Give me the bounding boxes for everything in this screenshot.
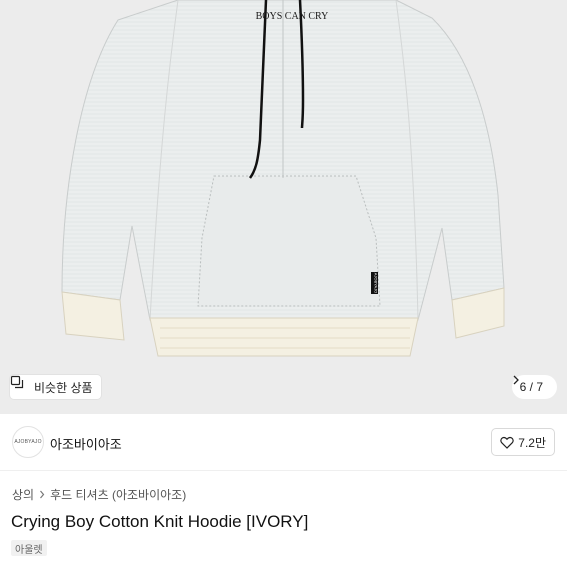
shop-row[interactable]: AJOBYAJO 아조바이아조 7.2만 xyxy=(0,414,567,471)
hoodie-product-image: AJOBYAJO BOYS CAN CRY xyxy=(61,0,505,357)
similar-items-icon xyxy=(10,375,30,394)
shop-logo-text: AJOBYAJO xyxy=(14,439,42,445)
hoodie-tag-text: AJOBYAJO xyxy=(374,273,379,294)
shop-name[interactable]: 아조바이아조 xyxy=(50,434,122,453)
product-image-carousel[interactable]: AJOBYAJO BOYS CAN CRY 비슷한 상품 6 / 7 xyxy=(0,0,567,414)
similar-items-button[interactable]: 비슷한 상품 xyxy=(10,375,101,399)
product-title: Crying Boy Cotton Knit Hoodie [IVORY] xyxy=(11,512,309,531)
outlet-badge: 아울렛 xyxy=(11,540,47,556)
image-counter-text: 6 / 7 xyxy=(520,380,543,394)
similar-items-label: 비슷한 상품 xyxy=(34,380,93,395)
chevron-right-icon xyxy=(39,488,45,502)
image-counter-total: 7 xyxy=(536,380,543,394)
image-counter-separator: / xyxy=(529,380,533,394)
breadcrumb-subcategory[interactable]: 후드 티셔츠 (아조바이아조) xyxy=(50,486,186,503)
heart-icon xyxy=(500,436,514,449)
image-counter-current: 6 xyxy=(519,380,527,394)
image-counter-button[interactable]: 6 / 7 xyxy=(511,375,557,399)
shop-logo[interactable]: AJOBYAJO xyxy=(12,426,44,458)
hoodie-print-text: BOYS CAN CRY xyxy=(256,11,329,22)
breadcrumb: 상의 후드 티셔츠 (아조바이아조) xyxy=(12,486,186,503)
breadcrumb-category[interactable]: 상의 xyxy=(12,486,34,503)
like-button[interactable]: 7.2만 xyxy=(491,428,555,456)
like-count: 7.2만 xyxy=(518,435,546,450)
